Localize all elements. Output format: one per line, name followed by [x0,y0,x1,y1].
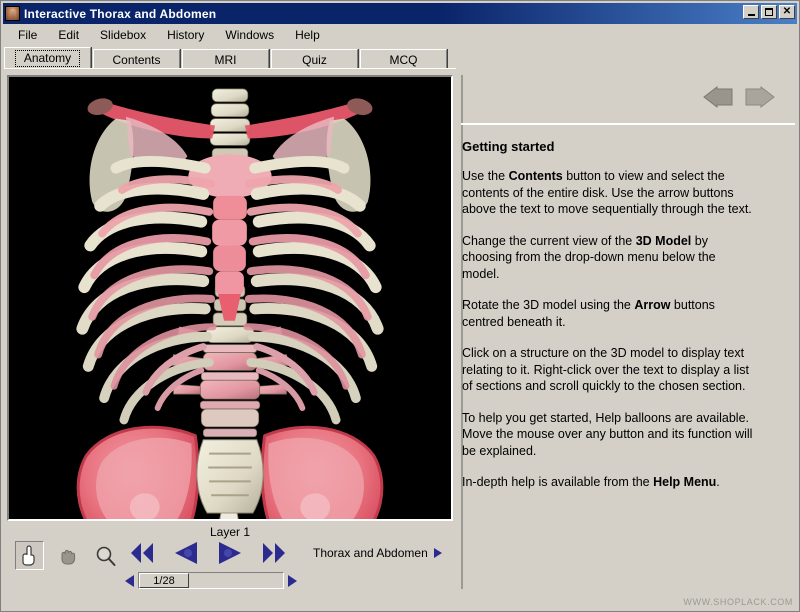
emphasis-term: Arrow [634,298,670,312]
last-button[interactable] [261,542,287,564]
close-button[interactable]: ✕ [779,5,795,19]
menu-item-file[interactable]: File [16,27,39,43]
menu-item-windows[interactable]: Windows [223,27,276,43]
tab-mcq[interactable]: MCQ [360,49,447,69]
tab-contents[interactable]: Contents [93,49,180,69]
window-controls: ✕ [743,5,795,19]
tab-mcq-label: MCQ [390,53,418,67]
emphasis-term: Contents [509,169,563,183]
pelvis [78,427,382,519]
tab-mri-label: MRI [215,53,237,67]
watermark: WWW.SHOPLACK.COM [683,597,793,607]
paragraph-1: Use the Contents button to view and sele… [462,168,754,218]
model-selector-label: Thorax and Abdomen [313,546,428,560]
next-button[interactable] [217,541,243,565]
tab-quiz[interactable]: Quiz [271,49,358,69]
application-window: Interactive Thorax and Abdomen ✕ File Ed… [0,0,800,612]
scroll-right-arrow[interactable] [286,573,299,588]
title-bar: Interactive Thorax and Abdomen ✕ [3,3,797,24]
text-panel-body[interactable]: Getting started Use the Contents button … [462,129,792,579]
model-rotation-controls [129,541,287,565]
minimize-button[interactable] [743,5,759,19]
grab-hand-tool[interactable] [53,541,82,570]
maximize-button[interactable] [761,5,777,19]
next-topic-arrow[interactable] [745,86,775,108]
tab-bar: Anatomy Contents MRI Quiz MCQ [4,47,456,69]
menu-item-history[interactable]: History [165,27,206,43]
menu-item-edit[interactable]: Edit [56,27,81,43]
triangle-right-icon [434,548,442,558]
close-icon: ✕ [780,6,794,18]
grab-hand-icon [58,545,77,566]
getting-started-paragraphs: Use the Contents button to view and sele… [462,168,782,491]
magnifier-icon [95,545,117,567]
getting-started-heading: Getting started [462,139,782,154]
skeleton-3d-render[interactable] [9,77,451,519]
paragraph-2: Change the current view of the 3D Model … [462,233,754,283]
paragraph-6: In-depth help is available from the Help… [462,474,754,491]
text-panel-divider [461,123,795,125]
menu-item-help[interactable]: Help [293,27,322,43]
emphasis-term: 3D Model [636,234,692,248]
paragraph-3: Rotate the 3D model using the Arrow butt… [462,297,754,330]
tab-anatomy-label: Anatomy [15,50,80,67]
model-viewport[interactable] [7,75,453,521]
layer-label: Layer 1 [7,525,453,539]
tab-underline [4,68,456,71]
scroll-left-arrow[interactable] [123,573,136,588]
scrollbar-thumb[interactable]: 1/28 [139,573,189,588]
tool-palette [15,541,120,570]
menu-item-slidebox[interactable]: Slidebox [98,27,148,43]
model-selector[interactable]: Thorax and Abdomen [313,546,442,560]
text-panel-nav [467,79,787,115]
tab-mri[interactable]: MRI [182,49,269,69]
previous-button[interactable] [173,541,199,565]
torso-thumbnail-icon [5,6,20,21]
pointing-hand-icon [20,545,39,566]
previous-topic-arrow[interactable] [703,86,733,108]
tab-anatomy[interactable]: Anatomy [4,47,91,69]
window-title: Interactive Thorax and Abdomen [24,7,216,21]
magnifier-tool[interactable] [91,541,120,570]
first-button[interactable] [129,542,155,564]
slide-scrollbar[interactable]: 1/28 [123,572,299,589]
pointer-hand-tool[interactable] [15,541,44,570]
menu-bar: File Edit Slidebox History Windows Help [4,25,796,45]
scrollbar-track[interactable]: 1/28 [138,572,284,589]
tab-contents-label: Contents [112,53,160,67]
tab-quiz-label: Quiz [302,53,327,67]
paragraph-4: Click on a structure on the 3D model to … [462,345,754,395]
emphasis-term: Help Menu [653,475,716,489]
paragraph-5: To help you get started, Help balloons a… [462,410,754,460]
